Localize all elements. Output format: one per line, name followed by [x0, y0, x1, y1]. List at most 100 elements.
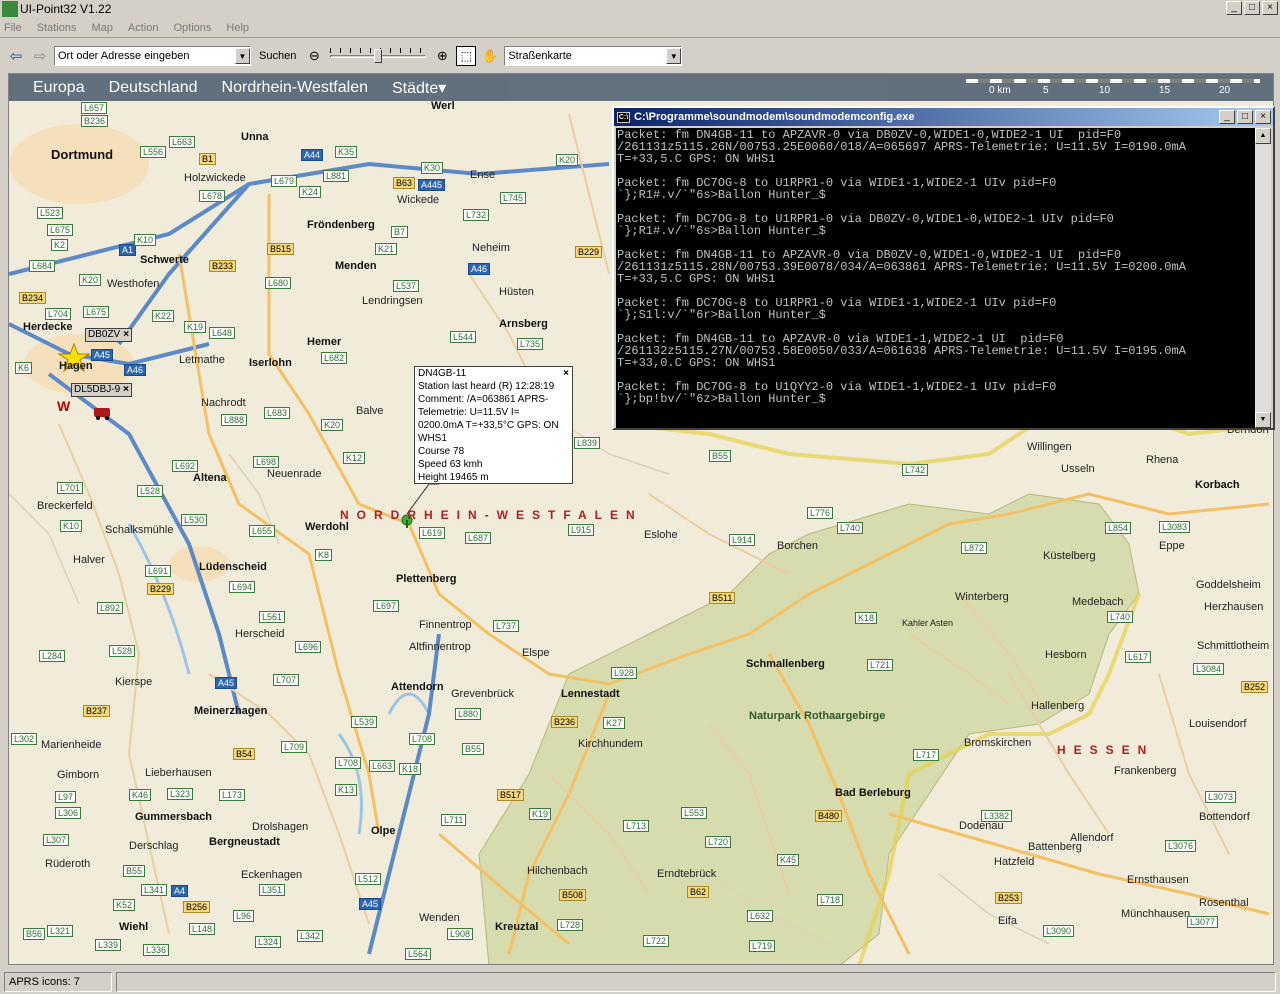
scale-label: 0 km	[989, 85, 1011, 96]
search-button[interactable]: Suchen	[255, 50, 300, 62]
close-icon[interactable]: ×	[123, 384, 129, 396]
nav-staedte[interactable]: Städte▾	[392, 78, 446, 98]
station-tag-dl5dbj[interactable]: DL5DBJ-9 ×	[71, 383, 132, 397]
station-call: DB0ZV	[88, 329, 121, 340]
city-label: Werdohl	[305, 521, 349, 533]
road-shield: K46	[129, 789, 152, 801]
road-shield: L696	[295, 641, 322, 653]
minimize-button[interactable]: _	[1219, 110, 1235, 124]
back-arrow-icon[interactable]: ⇦	[6, 46, 26, 66]
city-label: Hesborn	[1045, 649, 1087, 661]
city-label: Gimborn	[57, 769, 100, 781]
select-tool-icon[interactable]: ⬚	[456, 46, 477, 66]
road-shield: L284	[39, 650, 66, 662]
road-shield: B508	[559, 889, 587, 901]
road-shield: L680	[265, 277, 292, 289]
road-shield: L617	[1125, 651, 1152, 663]
scroll-down-icon[interactable]: ▼	[1255, 412, 1271, 428]
pan-hand-icon[interactable]: ✋	[480, 46, 500, 66]
scrollbar[interactable]: ▲ ▼	[1255, 128, 1271, 428]
chevron-down-icon[interactable]: ▼	[666, 48, 682, 64]
road-shield: L97	[55, 791, 77, 803]
road-shield: L556	[140, 146, 167, 158]
menu-options[interactable]: Options	[173, 22, 211, 34]
status-text: APRS icons: 7	[4, 972, 112, 992]
road-shield: L657	[81, 102, 108, 114]
road-shield: L839	[574, 437, 601, 449]
close-icon[interactable]: ×	[123, 329, 129, 341]
city-label: Korbach	[1195, 479, 1240, 491]
console-line: T=+33,5.C GPS: ON WHS1	[617, 272, 776, 286]
city-label: Münchhausen	[1121, 908, 1191, 920]
close-button[interactable]: ×	[1262, 1, 1278, 15]
chevron-down-icon[interactable]: ▼	[235, 48, 250, 64]
svg-text:W: W	[57, 398, 71, 414]
road-shield: K19	[184, 321, 207, 333]
city-label: Derschlag	[129, 840, 179, 852]
road-shield: K10	[134, 234, 157, 246]
station-tag-db0zv[interactable]: DB0ZV ×	[85, 328, 133, 342]
city-label: Lieberhausen	[145, 767, 212, 779]
road-shield: K20	[556, 154, 579, 166]
city-label: Eppe	[1159, 540, 1185, 552]
close-button[interactable]: ×	[1255, 110, 1271, 124]
menu-help[interactable]: Help	[226, 22, 249, 34]
road-shield: L721	[867, 659, 894, 671]
city-label: Wenden	[419, 912, 460, 924]
popup-line: Speed 63 kmh	[418, 459, 483, 470]
road-shield: L530	[181, 514, 208, 526]
road-shield: K19	[529, 808, 552, 820]
status-panel	[116, 972, 1276, 992]
maptype-combo[interactable]: Straßenkarte ▼	[504, 46, 683, 66]
zoom-slider[interactable]	[328, 46, 428, 66]
road-shield: L553	[681, 807, 708, 819]
nav-nrw[interactable]: Nordrhein-Westfalen	[222, 79, 368, 97]
road-shield: L3090	[1043, 925, 1075, 937]
popup-line: Height 19465 m	[418, 472, 489, 483]
road-shield: L720	[705, 836, 732, 848]
close-icon[interactable]: ×	[563, 367, 569, 380]
city-label: Battenberg	[1028, 841, 1082, 853]
road-shield: K13	[335, 784, 358, 796]
zoom-in-icon[interactable]: ⊕	[432, 46, 452, 66]
address-combo[interactable]: Ort oder Adresse eingeben ▼	[54, 46, 251, 66]
menu-map[interactable]: Map	[91, 22, 112, 34]
road-shield: B1	[199, 153, 217, 165]
scale-bar: 0 km 5 10 15 20 25	[965, 78, 1261, 98]
scale-label: 15	[1159, 85, 1171, 96]
minimize-button[interactable]: _	[1226, 1, 1242, 15]
road-shield: L776	[807, 507, 834, 519]
road-shield: L3084	[1193, 663, 1225, 675]
road-shield: L341	[141, 884, 168, 896]
road-shield: K27	[603, 717, 626, 729]
road-shield: K18	[399, 763, 422, 775]
console-window[interactable]: C:\ C:\Programme\soundmodem\soundmodemco…	[612, 106, 1275, 430]
menu-file[interactable]: File	[4, 22, 22, 34]
nav-europa[interactable]: Europa	[33, 79, 85, 97]
road-shield: L854	[1105, 522, 1132, 534]
road-shield: B237	[83, 705, 111, 717]
city-label: Rüderoth	[45, 858, 91, 870]
zoom-slider-thumb[interactable]	[374, 49, 383, 63]
road-shield: L719	[749, 940, 776, 952]
zoom-out-icon[interactable]: ⊖	[304, 46, 324, 66]
maximize-button[interactable]: □	[1244, 1, 1260, 15]
maptype-select[interactable]: Straßenkarte	[505, 50, 666, 62]
maximize-button[interactable]: □	[1237, 110, 1253, 124]
menu-action[interactable]: Action	[128, 22, 159, 34]
popup-line: Station last heard (R) 12:28:19	[418, 381, 555, 392]
address-input[interactable]: Ort oder Adresse eingeben	[55, 50, 235, 62]
road-shield: L718	[817, 894, 844, 906]
console-line: `};R1#.v/`"6s>Ballon Hunter_$	[617, 188, 826, 202]
console-title-bar[interactable]: C:\ C:\Programme\soundmodem\soundmodemco…	[614, 108, 1273, 126]
road-shield: A4	[171, 885, 189, 897]
forward-arrow-icon[interactable]: ⇨	[30, 46, 50, 66]
nav-deutschland[interactable]: Deutschland	[109, 79, 198, 97]
road-shield: L709	[281, 741, 308, 753]
city-label: Holzwickede	[184, 172, 246, 184]
menu-stations[interactable]: Stations	[37, 22, 77, 34]
console-output: Packet: fm DN4GB-11 to APZAVR-0 via DB0Z…	[616, 128, 1257, 428]
toolbar: ⇦ ⇨ Ort oder Adresse eingeben ▼ Suchen ⊖…	[0, 42, 1280, 70]
road-shield: L692	[172, 460, 199, 472]
scroll-up-icon[interactable]: ▲	[1255, 128, 1271, 144]
